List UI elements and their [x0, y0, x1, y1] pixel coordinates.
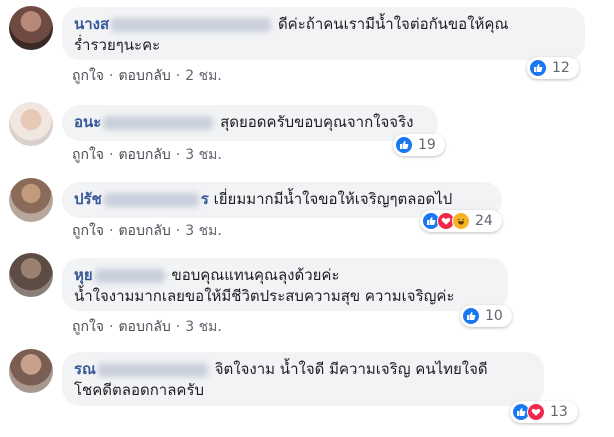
comment-line: โชคดีตลอดกาลครับ: [74, 381, 205, 399]
timestamp[interactable]: 3 ชม.: [185, 147, 222, 163]
like-link[interactable]: ถูกใจ: [72, 147, 104, 163]
comment-text: ปรัช ร เยี่ยมมากมีน้ำใจขอให้เจริญๆตลอดไป: [74, 189, 490, 210]
comment-line: ขอบคุณแทนคุณลุงด้วยค่ะ: [171, 266, 340, 284]
like-reaction-icon: [529, 59, 547, 77]
redacted-name: [111, 17, 272, 32]
reaction-summary[interactable]: 19: [393, 134, 445, 156]
comment-line: ดีค่ะถ้าคนเรามีน้ำใจต่อกันขอให้คุณ: [277, 15, 509, 33]
comment-line: ร่ำรวยๆนะคะ: [74, 36, 161, 54]
reaction-count: 13: [550, 404, 568, 420]
redacted-name: [94, 268, 165, 283]
reaction-count: 12: [552, 60, 570, 76]
reaction-count: 10: [485, 308, 503, 324]
avatar[interactable]: [9, 178, 53, 222]
like-link[interactable]: ถูกใจ: [72, 319, 104, 335]
avatar[interactable]: [9, 102, 53, 146]
comment-bubble: หุย ขอบคุณแทนคุณลุงด้วยค่ะ น้ำใจงามมากเล…: [62, 258, 508, 311]
comment-line: สุดยอดครับขอบคุณจากใจจริง: [220, 113, 414, 131]
comment-line: น้ำใจงามมากเลยขอให้มีชีวิตประสบความสุข ค…: [74, 287, 455, 305]
redacted-name: [103, 115, 214, 130]
avatar[interactable]: [9, 253, 53, 297]
commenter-name[interactable]: นางส: [74, 15, 109, 33]
comment-actions: ถูกใจ · ตอบกลับ · 3 ชม.: [72, 319, 222, 335]
avatar[interactable]: [9, 6, 53, 50]
comment-actions: ถูกใจ · ตอบกลับ · 2 ชม.: [72, 68, 222, 84]
timestamp[interactable]: 3 ชม.: [185, 223, 222, 239]
comment-bubble: รณ จิตใจงาม น้ำใจดี มีความเจริญ คนไทยใจด…: [62, 352, 544, 406]
comment-actions: ถูกใจ · ตอบกลับ · 3 ชม.: [72, 147, 222, 163]
reaction-count: 24: [475, 213, 493, 229]
reaction-summary[interactable]: 24: [420, 210, 502, 232]
reply-link[interactable]: ตอบกลับ: [118, 319, 170, 335]
like-link[interactable]: ถูกใจ: [72, 223, 104, 239]
redacted-name: [103, 192, 199, 207]
reply-link[interactable]: ตอบกลับ: [118, 147, 170, 163]
avatar[interactable]: [9, 349, 53, 393]
redacted-name: [97, 362, 208, 377]
commenter-name-tail[interactable]: ร: [201, 190, 209, 208]
reply-link[interactable]: ตอบกลับ: [118, 68, 170, 84]
like-link[interactable]: ถูกใจ: [72, 68, 104, 84]
commenter-name[interactable]: หุย: [74, 266, 93, 284]
comment-line: เยี่ยมมากมีน้ำใจขอให้เจริญๆตลอดไป: [213, 190, 453, 208]
reply-link[interactable]: ตอบกลับ: [118, 223, 170, 239]
commenter-name[interactable]: รณ: [74, 360, 96, 378]
comment-text: หุย ขอบคุณแทนคุณลุงด้วยค่ะ: [74, 265, 496, 286]
like-reaction-icon: [395, 136, 413, 154]
comment-bubble: อนะ สุดยอดครับขอบคุณจากใจจริง: [62, 105, 438, 141]
timestamp[interactable]: 2 ชม.: [185, 68, 222, 84]
comment-text: รณ จิตใจงาม น้ำใจดี มีความเจริญ คนไทยใจด…: [74, 359, 532, 380]
commenter-name[interactable]: ปรัช: [74, 190, 102, 208]
comment-actions: ถูกใจ · ตอบกลับ · 3 ชม.: [72, 223, 222, 239]
reaction-summary[interactable]: 13: [510, 401, 578, 423]
like-reaction-icon: [462, 307, 480, 325]
reaction-count: 19: [418, 137, 436, 153]
love-reaction-icon: [527, 403, 545, 421]
comment-bubble: นางส ดีค่ะถ้าคนเรามีน้ำใจต่อกันขอให้คุณ …: [62, 7, 585, 60]
reaction-summary[interactable]: 12: [527, 57, 579, 79]
reaction-summary[interactable]: 10: [460, 305, 512, 327]
comment-text: อนะ สุดยอดครับขอบคุณจากใจจริง: [74, 112, 426, 133]
comment-line: จิตใจงาม น้ำใจดี มีความเจริญ คนไทยใจดี: [214, 360, 488, 378]
timestamp[interactable]: 3 ชม.: [185, 319, 222, 335]
haha-reaction-icon: [452, 212, 470, 230]
commenter-name[interactable]: อนะ: [74, 113, 101, 131]
comment-text: นางส ดีค่ะถ้าคนเรามีน้ำใจต่อกันขอให้คุณ: [74, 14, 573, 35]
